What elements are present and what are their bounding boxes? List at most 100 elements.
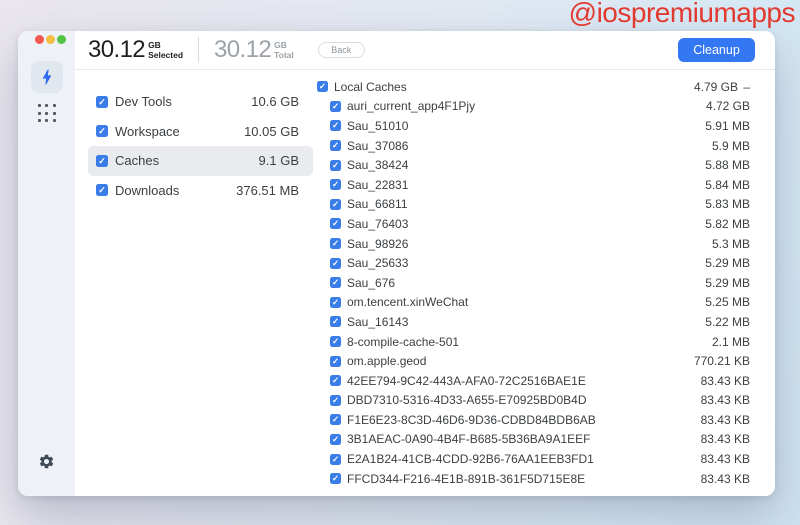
file-row[interactable]: DBD7310-5316-4D33-A655-E70925BD0B4D 83.4… — [317, 391, 750, 411]
file-size: 83.43 KB — [700, 452, 750, 467]
apps-grid-icon — [37, 104, 56, 122]
back-button[interactable]: Back — [317, 42, 365, 58]
traffic-lights — [35, 35, 66, 44]
file-checkbox[interactable] — [330, 257, 341, 269]
gear-icon — [39, 454, 54, 469]
file-row[interactable]: Sau_66811 5.83 MB — [317, 195, 750, 215]
file-row[interactable]: Sau_51010 5.91 MB — [317, 116, 750, 136]
file-size: 83.43 KB — [700, 412, 750, 427]
file-size: 83.43 KB — [700, 393, 750, 408]
file-row[interactable]: F1E6E23-8C3D-46D6-9D36-CDBD84BDB6AB 83.4… — [317, 410, 750, 430]
file-checkbox[interactable] — [330, 198, 341, 210]
lightning-icon — [42, 69, 51, 85]
file-size: 83.43 KB — [700, 471, 750, 486]
selected-size-value: 30.12 — [88, 36, 146, 63]
file-checkbox[interactable] — [330, 433, 341, 445]
file-checkbox[interactable] — [330, 394, 341, 406]
category-checkbox[interactable] — [96, 95, 108, 108]
file-checkbox[interactable] — [330, 296, 341, 308]
category-row[interactable]: Dev Tools 10.6 GB — [88, 87, 313, 117]
settings-button[interactable] — [18, 453, 75, 470]
file-label: 42EE794-9C42-443A-AFA0-72C2516BAE1E — [347, 373, 586, 388]
close-window-button[interactable] — [35, 35, 44, 44]
cleanup-button[interactable]: Cleanup — [678, 38, 755, 62]
file-label: Sau_66811 — [347, 197, 408, 212]
file-row[interactable]: 3B1AEAC-0A90-4B4F-B685-5B36BA9A1EEF 83.4… — [317, 430, 750, 450]
file-size: 5.29 MB — [705, 275, 750, 290]
file-size: 5.88 MB — [705, 158, 750, 173]
file-row[interactable]: Sau_37086 5.9 MB — [317, 136, 750, 156]
file-size: 770.21 KB — [693, 354, 750, 369]
file-row[interactable]: auri_current_app4F1Pjy 4.72 GB — [317, 97, 750, 117]
file-checkbox[interactable] — [330, 218, 341, 230]
file-label: FFCD344-F216-4E1B-891B-361F5D715E8E — [347, 471, 586, 486]
file-row[interactable]: E2A1B24-41CB-4CDD-92B6-76AA1EEB3FD1 83.4… — [317, 449, 750, 469]
file-row[interactable]: om.apple.geod 770.21 KB — [317, 351, 750, 371]
file-label: om.tencent.xinWeChat — [347, 295, 469, 310]
content-area: Dev Tools 10.6 GB Workspace 10.05 GB Cac… — [75, 70, 775, 496]
file-row[interactable]: om.tencent.xinWeChat 5.25 MB — [317, 293, 750, 313]
file-row[interactable]: Sau_16143 5.22 MB — [317, 312, 750, 332]
file-row[interactable]: 8-compile-cache-501 2.1 MB — [317, 332, 750, 352]
file-size: 5.83 MB — [705, 197, 750, 212]
file-row[interactable]: Sau_22831 5.84 MB — [317, 175, 750, 195]
file-checkbox[interactable] — [330, 336, 341, 348]
file-checkbox[interactable] — [330, 355, 341, 367]
sidebar-item-cleanup[interactable] — [30, 61, 63, 93]
total-size-unit: GB Total — [274, 40, 294, 61]
file-checkbox[interactable] — [330, 238, 341, 250]
file-list[interactable]: Local Caches 4.79 GB – auri_current_app4… — [317, 77, 750, 488]
file-checkbox[interactable] — [330, 414, 341, 426]
category-label: Caches — [115, 153, 160, 169]
collapse-icon[interactable]: – — [741, 80, 750, 94]
selected-size-metric: 30.12 GB Selected — [88, 38, 183, 62]
file-row[interactable]: 42EE794-9C42-443A-AFA0-72C2516BAE1E 83.4… — [317, 371, 750, 391]
file-size: 5.25 MB — [705, 295, 750, 310]
file-size: 83.43 KB — [700, 373, 750, 388]
file-size: 4.79 GB — [693, 79, 738, 94]
file-row[interactable]: Sau_38424 5.88 MB — [317, 155, 750, 175]
file-row[interactable]: FFCD344-F216-4E1B-891B-361F5D715E8E 83.4… — [317, 469, 750, 489]
file-label: Local Caches — [334, 79, 407, 94]
file-checkbox[interactable] — [330, 159, 341, 171]
category-row[interactable]: Caches 9.1 GB — [88, 146, 313, 176]
file-checkbox[interactable] — [330, 277, 341, 289]
watermark: @iospremiumapps — [568, 0, 796, 28]
total-size-value: 30.12 — [214, 36, 272, 63]
file-checkbox[interactable] — [330, 120, 341, 132]
file-label: E2A1B24-41CB-4CDD-92B6-76AA1EEB3FD1 — [347, 452, 594, 467]
file-label: Sau_38424 — [347, 158, 409, 173]
file-checkbox[interactable] — [330, 179, 341, 191]
minimize-window-button[interactable] — [46, 35, 55, 44]
file-checkbox[interactable] — [330, 453, 341, 465]
sidebar-item-apps[interactable] — [31, 97, 63, 129]
app-window: 30.12 GB Selected 30.12 GB Total Back Cl… — [18, 31, 775, 496]
category-row[interactable]: Workspace 10.05 GB — [88, 117, 313, 147]
file-checkbox[interactable] — [330, 140, 341, 152]
file-label: 8-compile-cache-501 — [347, 334, 460, 349]
category-list: Dev Tools 10.6 GB Workspace 10.05 GB Cac… — [88, 87, 313, 205]
category-row[interactable]: Downloads 376.51 MB — [88, 176, 313, 206]
category-size: 376.51 MB — [236, 182, 299, 198]
file-row[interactable]: Sau_676 5.29 MB — [317, 273, 750, 293]
file-row[interactable]: Sau_98926 5.3 MB — [317, 234, 750, 254]
file-checkbox[interactable] — [330, 100, 341, 112]
file-label: auri_current_app4F1Pjy — [347, 99, 476, 114]
file-checkbox[interactable] — [317, 81, 328, 93]
file-row[interactable]: Sau_76403 5.82 MB — [317, 214, 750, 234]
file-checkbox[interactable] — [330, 473, 341, 485]
file-row[interactable]: Local Caches 4.79 GB – — [317, 77, 750, 97]
category-label: Dev Tools — [115, 94, 172, 110]
category-checkbox[interactable] — [96, 154, 108, 167]
zoom-window-button[interactable] — [57, 35, 66, 44]
file-size: 5.91 MB — [705, 118, 750, 133]
file-row[interactable]: Sau_25633 5.29 MB — [317, 253, 750, 273]
metric-divider — [198, 37, 200, 63]
category-checkbox[interactable] — [96, 184, 108, 197]
category-checkbox[interactable] — [96, 125, 108, 138]
sidebar — [18, 31, 75, 496]
file-checkbox[interactable] — [330, 316, 341, 328]
selected-size-unit: GB Selected — [148, 40, 184, 61]
file-label: Sau_22831 — [347, 177, 409, 192]
file-checkbox[interactable] — [330, 375, 341, 387]
